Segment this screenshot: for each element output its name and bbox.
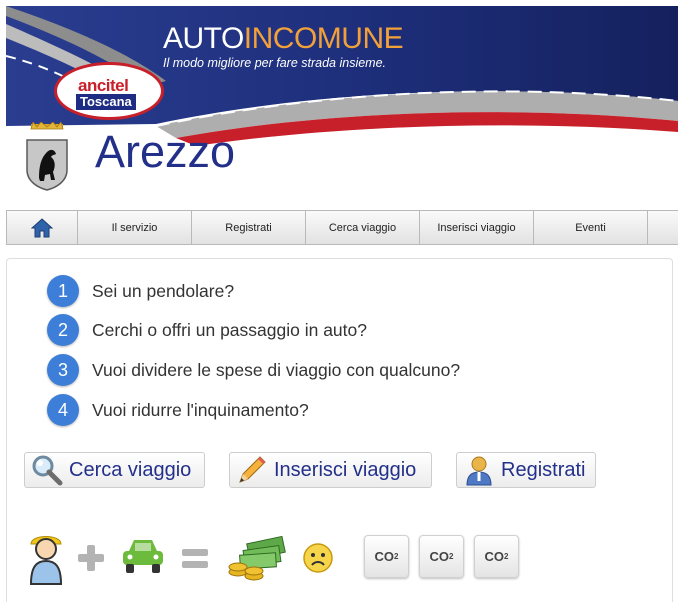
step-number-badge: 2 <box>47 314 79 346</box>
nav-item-servizio[interactable]: Il servizio <box>78 211 192 244</box>
magnifier-icon <box>32 455 63 486</box>
question-text: Cerchi o offri un passaggio in auto? <box>92 319 367 340</box>
nav-home[interactable] <box>7 211 78 244</box>
pencil-icon <box>239 456 266 483</box>
header-banner: AUTOINCOMUNE Il modo migliore per fare s… <box>6 6 678 146</box>
equals-icon <box>182 549 208 568</box>
money-icon <box>228 535 286 581</box>
sad-face-icon <box>303 543 333 573</box>
ancitel-logo-text: ancitel <box>78 76 129 95</box>
question-item: 1 Sei un pendolare? <box>47 275 234 307</box>
search-trip-button[interactable]: Cerca viaggio <box>24 452 205 488</box>
question-item: 3 Vuoi dividere le spese di viaggio con … <box>47 354 460 386</box>
city-title: Arezzo <box>95 126 236 177</box>
plus-icon <box>78 545 104 571</box>
user-icon <box>466 456 492 486</box>
nav-item-inserisci-viaggio[interactable]: Inserisci viaggio <box>420 211 534 244</box>
register-label: Registrati <box>501 458 586 481</box>
question-item: 2 Cerchi o offri un passaggio in auto? <box>47 314 367 346</box>
ancitel-logo-region: Toscana <box>76 94 136 110</box>
co2-icon: CO 2 <box>364 535 409 578</box>
brand-tagline: Il modo migliore per fare strada insieme… <box>163 56 387 70</box>
search-trip-label: Cerca viaggio <box>69 458 192 481</box>
person-icon <box>29 536 63 585</box>
nav-item-more[interactable] <box>648 211 678 244</box>
register-button[interactable]: Registrati <box>456 452 596 488</box>
content-panel <box>6 258 673 602</box>
insert-trip-button[interactable]: Inserisci viaggio <box>229 452 432 488</box>
co2-icon: CO 2 <box>419 535 464 578</box>
nav-item-registrati[interactable]: Registrati <box>192 211 306 244</box>
co2-icon: CO 2 <box>474 535 519 578</box>
main-nav: Il servizio Registrati Cerca viaggio Ins… <box>6 210 678 245</box>
question-text: Sei un pendolare? <box>92 280 235 301</box>
question-text: Vuoi ridurre l'inquinamento? <box>92 399 309 420</box>
question-item: 4 Vuoi ridurre l'inquinamento? <box>47 394 309 426</box>
step-number-badge: 1 <box>47 275 79 307</box>
step-number-badge: 4 <box>47 394 79 426</box>
question-text: Vuoi dividere le spese di viaggio con qu… <box>92 359 461 380</box>
insert-trip-label: Inserisci viaggio <box>274 458 417 481</box>
step-number-badge: 3 <box>47 354 79 386</box>
home-icon <box>31 217 53 237</box>
brand-title: AUTOINCOMUNE <box>163 22 404 55</box>
car-icon <box>123 540 163 573</box>
city-crest-icon <box>25 121 69 197</box>
nav-item-cerca-viaggio[interactable]: Cerca viaggio <box>306 211 420 244</box>
nav-item-eventi[interactable]: Eventi <box>534 211 648 244</box>
